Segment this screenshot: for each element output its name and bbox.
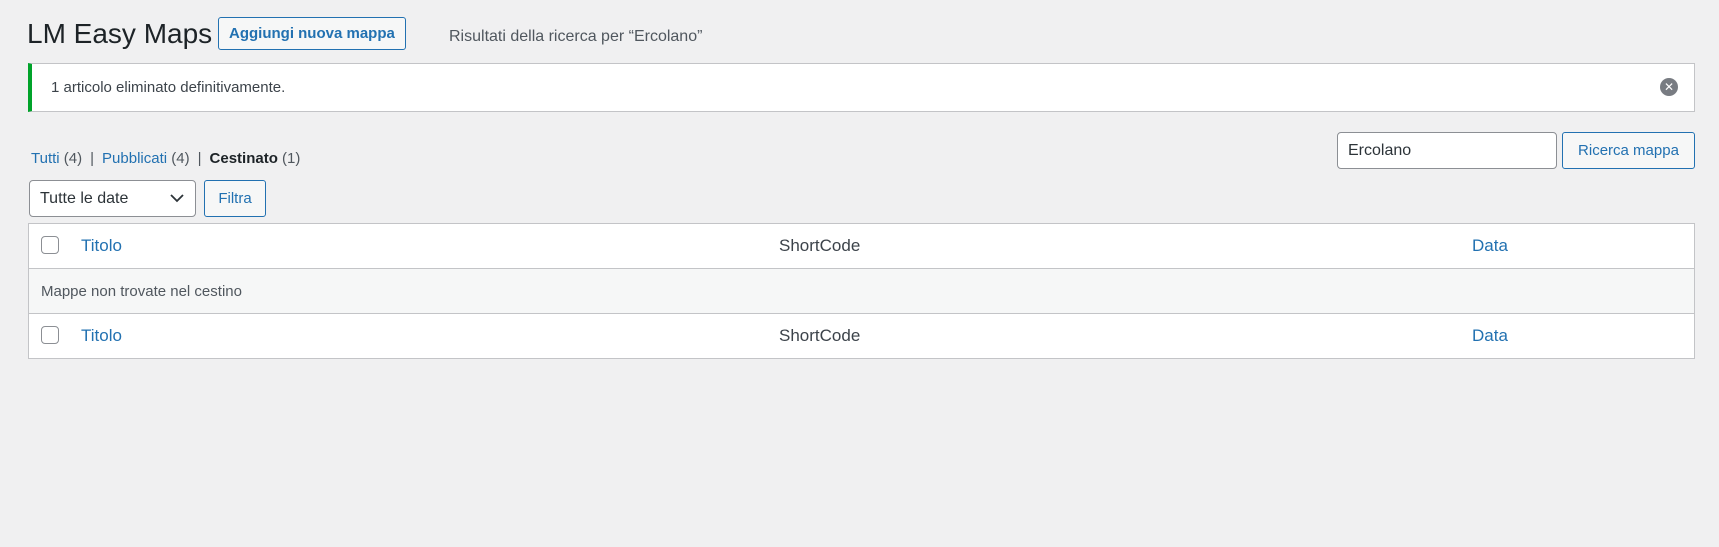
search-input[interactable]	[1337, 132, 1557, 169]
search-results-subtitle: Risultati della ricerca per “Ercolano”	[449, 28, 703, 45]
date-filter-value: Tutte le date	[40, 189, 129, 207]
add-new-map-button[interactable]: Aggiungi nuova mappa	[218, 17, 406, 50]
select-all-checkbox[interactable]	[41, 236, 59, 254]
select-all-checkbox-footer[interactable]	[41, 326, 59, 344]
success-notice: 1 articolo eliminato definitivamente. ✕	[28, 63, 1695, 112]
column-title-sort[interactable]: Titolo	[81, 236, 122, 256]
table-empty-row: Mappe non trovate nel cestino	[29, 269, 1694, 314]
separator: |	[90, 150, 95, 167]
view-published-link[interactable]: Pubblicati	[102, 150, 167, 167]
view-all-count: (4)	[63, 150, 83, 167]
column-date-sort-footer[interactable]: Data	[1472, 326, 1508, 346]
separator: |	[197, 150, 202, 167]
view-trash-current: Cestinato	[209, 150, 278, 167]
search-maps-button[interactable]: Ricerca mappa	[1562, 132, 1695, 169]
notice-message: 1 articolo eliminato definitivamente.	[51, 79, 286, 96]
page-title: LM Easy Maps	[27, 18, 213, 49]
table-header-row: Titolo ShortCode Data	[29, 224, 1694, 269]
empty-message: Mappe non trovate nel cestino	[41, 283, 242, 300]
chevron-down-icon	[170, 194, 184, 203]
close-circle-icon[interactable]: ✕	[1660, 78, 1678, 96]
table-footer-row: Titolo ShortCode Data	[29, 314, 1694, 358]
view-published-count: (4)	[171, 150, 190, 167]
maps-table: Titolo ShortCode Data Mappe non trovate …	[28, 223, 1695, 359]
filter-button[interactable]: Filtra	[204, 180, 266, 217]
column-shortcode-footer: ShortCode	[779, 326, 861, 345]
view-all-link[interactable]: Tutti	[31, 150, 60, 167]
page: LM Easy Maps Aggiungi nuova mappa Risult…	[0, 0, 1719, 547]
date-filter-select[interactable]: Tutte le date	[29, 180, 196, 217]
view-trash-count: (1)	[282, 150, 301, 167]
view-filters: Tutti (4) | Pubblicati (4) | Cestinato (…	[31, 150, 300, 167]
column-title-sort-footer[interactable]: Titolo	[81, 326, 122, 346]
column-date-sort[interactable]: Data	[1472, 236, 1508, 256]
column-shortcode: ShortCode	[779, 236, 861, 255]
